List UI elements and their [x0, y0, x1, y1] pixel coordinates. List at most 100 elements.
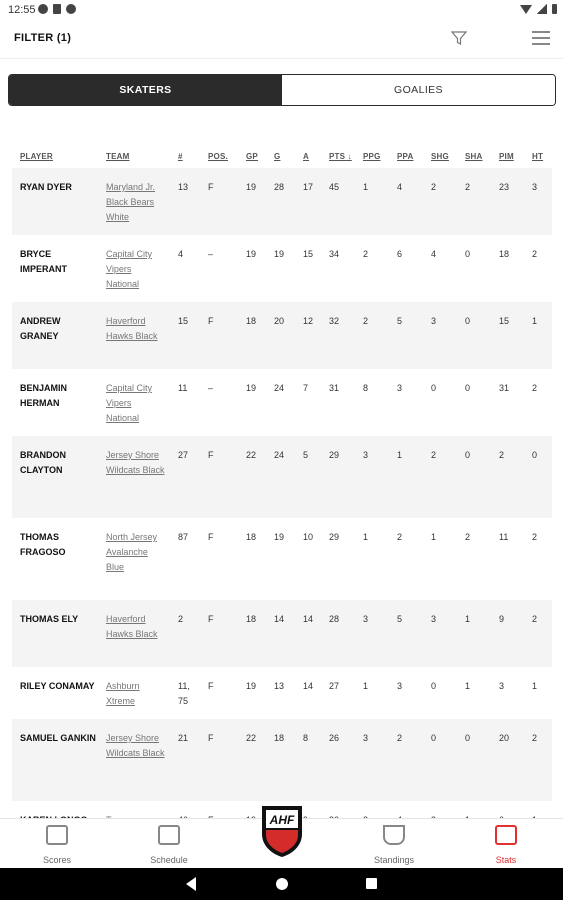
team-link[interactable]: Maryland Jr. Black Bears White	[106, 180, 166, 225]
tab-stats[interactable]: Stats	[466, 819, 546, 869]
cell-ppa: 3	[397, 681, 403, 691]
cell-g: 20	[274, 316, 285, 326]
cell-a: 12	[303, 316, 314, 326]
col-pos[interactable]: POS.	[208, 152, 228, 161]
team-link[interactable]: Jersey Shore Wildcats Black	[106, 448, 166, 478]
team-link[interactable]: Capital City Vipers National	[106, 247, 166, 292]
cell-gp: 19	[246, 383, 257, 393]
col-pts[interactable]: PTS ↓	[329, 152, 352, 161]
col-g[interactable]: G	[274, 152, 280, 161]
player-name[interactable]: ANDREW GRANEY	[20, 314, 100, 344]
cell-ppa: 2	[397, 532, 403, 542]
tab-scores[interactable]: Scores	[17, 819, 97, 869]
cell-number: 11	[178, 383, 188, 393]
filter-header: FILTER (1)	[0, 20, 563, 59]
col-player[interactable]: PLAYER	[20, 152, 53, 161]
skaters-goalies-toggle: SKATERS GOALIES	[8, 74, 556, 106]
filter-funnel-icon[interactable]	[451, 30, 467, 46]
col-team[interactable]: TEAM	[106, 152, 129, 161]
col-ppg[interactable]: PPG	[363, 152, 381, 161]
cell-shg: 3	[431, 614, 437, 624]
cell-ppg: 2	[363, 249, 369, 259]
cell-gp: 19	[246, 681, 257, 691]
wifi-icon	[520, 4, 532, 14]
tab-skaters[interactable]: SKATERS	[9, 75, 282, 105]
col-pim[interactable]: PIM	[499, 152, 514, 161]
cell-number: 21	[178, 733, 189, 743]
cell-pos: F	[208, 681, 214, 691]
tab-standings-label: Standings	[373, 855, 415, 865]
filter-label[interactable]: FILTER (1)	[14, 32, 71, 44]
team-link[interactable]: Ashburn Xtreme	[106, 679, 166, 709]
cell-pim: 15	[499, 316, 510, 326]
ahf-logo[interactable]: AHF	[258, 804, 306, 858]
cell-g: 24	[274, 450, 285, 460]
cell-ppg: 3	[363, 733, 369, 743]
player-name[interactable]: THOMAS ELY	[20, 612, 100, 627]
cell-pts: 34	[329, 249, 340, 259]
back-icon[interactable]	[186, 877, 196, 891]
cell-pts: 29	[329, 450, 340, 460]
cell-ppg: 1	[363, 681, 369, 691]
cell-a: 10	[303, 532, 314, 542]
cell-shg: 4	[431, 249, 437, 259]
cell-ppg: 2	[363, 316, 369, 326]
status-time: 12:55	[8, 4, 36, 16]
standings-trophy-icon	[383, 825, 405, 845]
cell-number: 15	[178, 316, 189, 326]
player-name[interactable]: RYAN DYER	[20, 180, 100, 195]
hamburger-menu-icon[interactable]	[532, 31, 550, 45]
col-ppa[interactable]: PPA	[397, 152, 413, 161]
stats-icon	[495, 825, 517, 845]
col-gp[interactable]: GP	[246, 152, 258, 161]
cell-g: 24	[274, 383, 285, 393]
col-number[interactable]: #	[178, 152, 183, 161]
tab-schedule-label: Schedule	[150, 855, 188, 865]
team-link[interactable]: Jersey Shore Wildcats Black	[106, 731, 166, 761]
cell-g: 18	[274, 733, 285, 743]
home-icon[interactable]	[276, 878, 288, 890]
table-row: SAMUEL GANKIN Jersey Shore Wildcats Blac…	[12, 719, 552, 801]
cell-gp: 18	[246, 532, 257, 542]
tab-scores-label: Scores	[42, 855, 71, 865]
player-name[interactable]: SAMUEL GANKIN	[20, 731, 100, 746]
signal-icon	[537, 4, 547, 14]
cell-shg: 0	[431, 681, 437, 691]
cell-shg: 1	[431, 532, 437, 542]
cell-pos: –	[208, 249, 214, 259]
tab-goalies[interactable]: GOALIES	[282, 75, 555, 105]
cell-pts: 27	[329, 681, 340, 691]
team-link[interactable]: North Jersey Avalanche Blue	[106, 530, 166, 575]
tab-schedule[interactable]: Schedule	[129, 819, 209, 869]
cell-g: 19	[274, 532, 285, 542]
cell-ppa: 2	[397, 733, 403, 743]
cell-pos: F	[208, 316, 214, 326]
cell-ht: 1	[532, 681, 538, 691]
cell-pos: –	[208, 383, 214, 393]
col-ht[interactable]: HT	[532, 152, 543, 161]
cell-a: 15	[303, 249, 314, 259]
cell-ht: 2	[532, 733, 538, 743]
cell-ht: 2	[532, 614, 538, 624]
cell-g: 19	[274, 249, 285, 259]
player-name[interactable]: RILEY CONAMAY	[20, 679, 100, 694]
team-link[interactable]: Haverford Hawks Black	[106, 612, 166, 642]
table-row: ANDREW GRANEY Haverford Hawks Black 15 F…	[12, 302, 552, 369]
col-shg[interactable]: SHG	[431, 152, 449, 161]
col-a[interactable]: A	[303, 152, 309, 161]
cell-a: 17	[303, 182, 314, 192]
player-name[interactable]: BENJAMIN HERMAN	[20, 381, 100, 411]
tab-standings[interactable]: Standings	[354, 819, 434, 869]
team-link[interactable]: Haverford Hawks Black	[106, 314, 166, 344]
table-row: RYAN DYER Maryland Jr. Black Bears White…	[12, 168, 552, 235]
col-sha[interactable]: SHA	[465, 152, 483, 161]
cell-sha: 1	[465, 614, 471, 624]
cell-ht: 3	[532, 182, 538, 192]
player-name[interactable]: BRANDON CLAYTON	[20, 448, 100, 478]
recents-icon[interactable]	[366, 878, 377, 889]
player-name[interactable]: THOMAS FRAGOSO	[20, 530, 100, 560]
cell-shg: 3	[431, 316, 437, 326]
team-link[interactable]: Capital City Vipers National	[106, 381, 166, 426]
player-name[interactable]: BRYCE IMPERANT	[20, 247, 100, 277]
cell-ppg: 8	[363, 383, 369, 393]
